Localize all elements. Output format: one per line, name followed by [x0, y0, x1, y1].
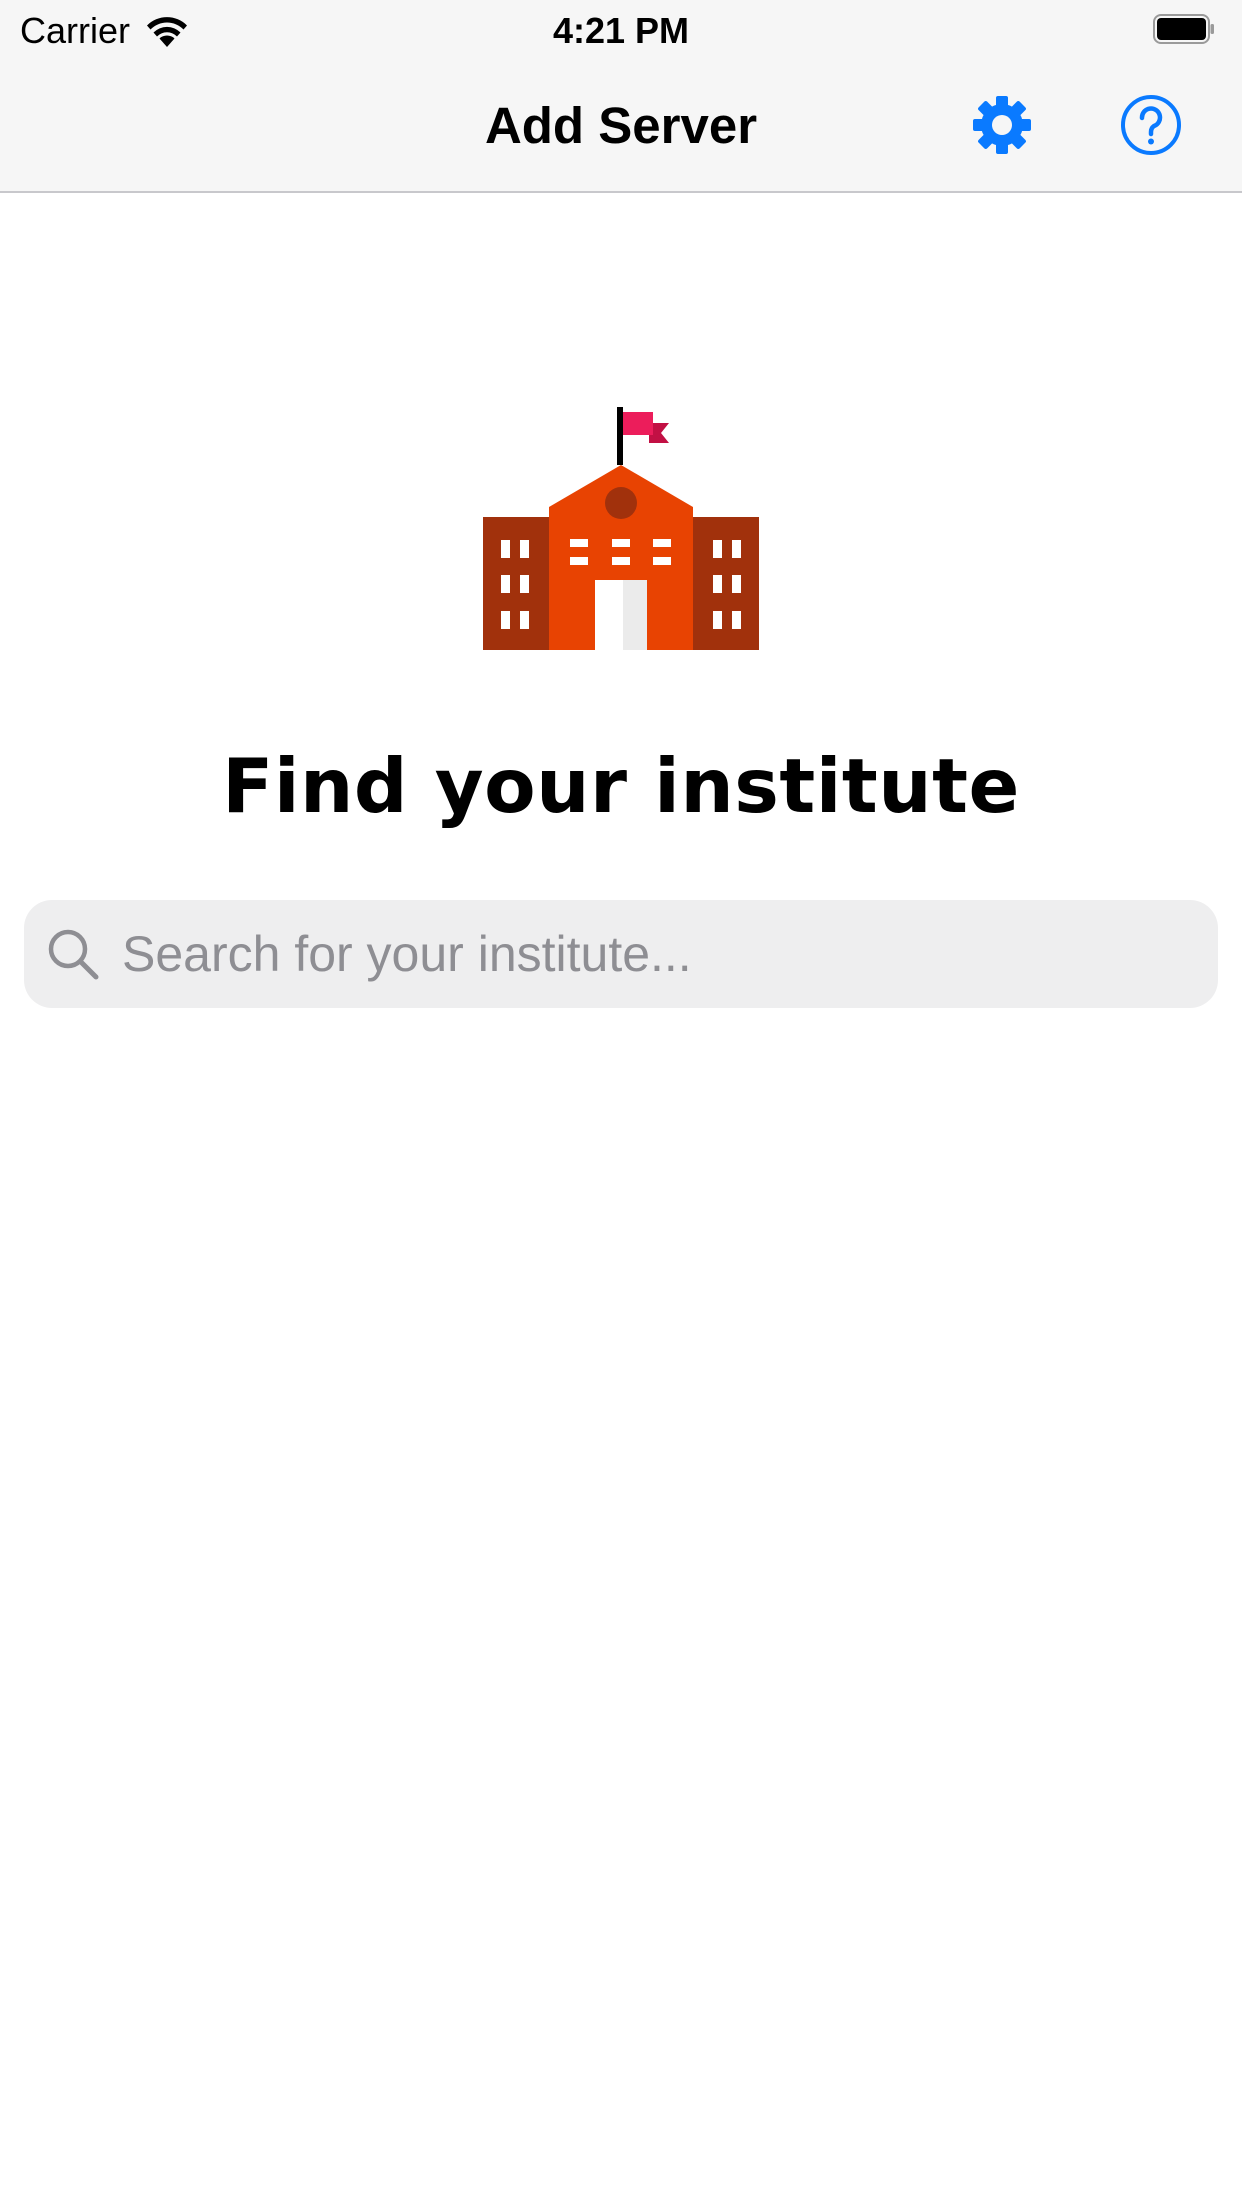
- help-button[interactable]: [1118, 92, 1184, 158]
- settings-button[interactable]: [969, 92, 1035, 158]
- nav-title: Add Server: [484, 97, 758, 154]
- status-time: 4:21 PM: [552, 10, 690, 51]
- institute-building-icon: [483, 407, 759, 650]
- add-server-screen: Carrier 4:21 PM Add Server Find your ins…: [0, 0, 1242, 2208]
- search-input[interactable]: [122, 909, 1202, 999]
- search-icon: [48, 929, 99, 980]
- page-heading: Find your institute: [222, 742, 1020, 830]
- question-circle-icon: [1121, 95, 1181, 155]
- search-bar[interactable]: [24, 900, 1218, 1008]
- top-bar: Carrier 4:21 PM Add Server: [0, 0, 1242, 193]
- battery-full-icon: [1153, 14, 1214, 44]
- gear-icon: [973, 96, 1031, 154]
